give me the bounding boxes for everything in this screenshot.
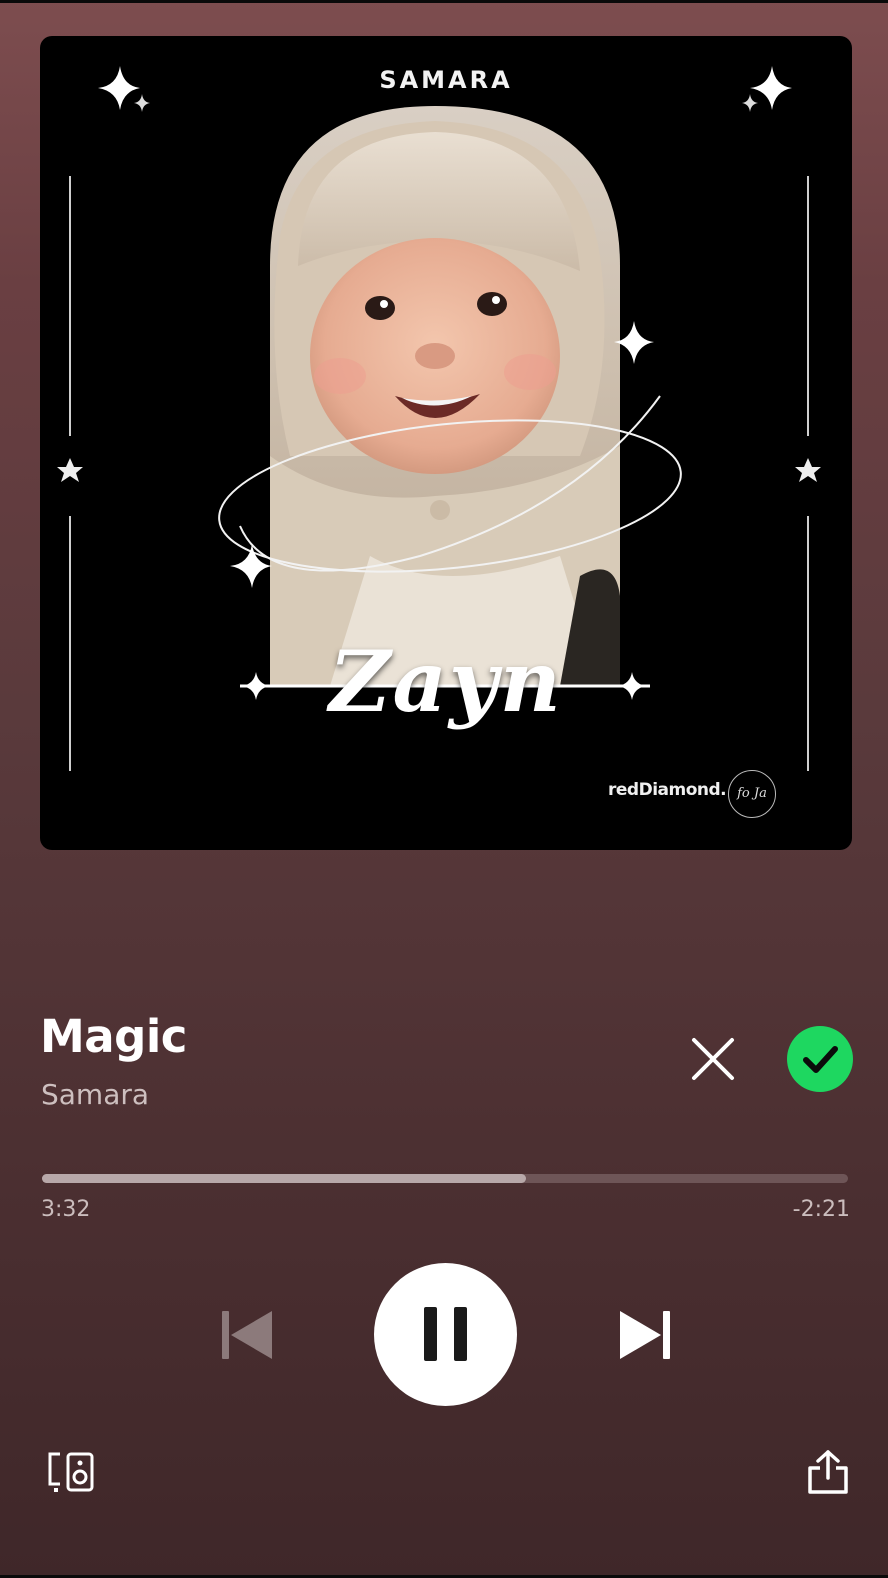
- connect-devices-icon: [48, 1452, 94, 1492]
- liked-button[interactable]: [787, 1026, 853, 1092]
- share-icon: [808, 1450, 848, 1494]
- connect-devices-button[interactable]: [46, 1450, 96, 1494]
- track-title: Magic: [40, 1010, 187, 1063]
- check-icon: [803, 1046, 838, 1073]
- skip-previous-icon: [222, 1311, 272, 1359]
- album-art-header: SAMARA: [379, 66, 513, 94]
- pause-icon: [424, 1307, 467, 1361]
- pause-button[interactable]: [374, 1263, 517, 1406]
- time-elapsed: 3:32: [41, 1197, 91, 1222]
- progress-fill: [42, 1174, 526, 1183]
- album-art-brand: redDiamond.: [608, 780, 727, 800]
- time-remaining: -2:21: [792, 1197, 850, 1222]
- hide-song-button[interactable]: [688, 1034, 738, 1084]
- progress-bar[interactable]: [42, 1174, 848, 1183]
- track-artist[interactable]: Samara: [41, 1078, 149, 1111]
- previous-button[interactable]: [218, 1306, 276, 1364]
- album-art-featured-name: Zayn: [329, 632, 563, 731]
- top-edge: [0, 0, 888, 3]
- close-icon: [692, 1038, 734, 1080]
- album-art-logo: fo Ja: [728, 770, 776, 818]
- skip-next-icon: [620, 1311, 670, 1359]
- next-button[interactable]: [616, 1306, 674, 1364]
- album-art: SAMARA Zayn redDiamond. fo Ja: [40, 36, 852, 850]
- share-button[interactable]: [806, 1448, 850, 1496]
